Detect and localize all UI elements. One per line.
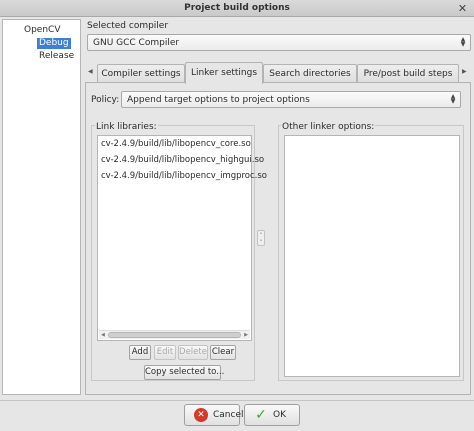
add-button[interactable]: Add xyxy=(129,345,151,360)
compiler-select-value: GNU GCC Compiler xyxy=(93,38,180,48)
copy-selected-to-button[interactable]: Copy selected to... xyxy=(144,365,224,380)
cancel-button[interactable]: ✕ Cancel xyxy=(184,404,244,426)
selected-compiler-label: Selected compiler xyxy=(87,21,169,31)
window-title: Project build options xyxy=(184,3,290,13)
policy-select[interactable]: Append target options to project options… xyxy=(121,91,461,108)
tab-pre-post-build-steps[interactable]: Pre/post build steps xyxy=(357,64,459,83)
list-item[interactable]: cv-2.4.9/build/lib/libopencv_core.so xyxy=(101,139,251,149)
libraries-horizontal-scrollbar[interactable]: ◀ ▶ xyxy=(99,330,250,339)
tab-scroll-right-icon[interactable]: ▶ xyxy=(462,68,467,75)
tree-item-debug[interactable]: Debug xyxy=(37,38,71,49)
spin-arrows-icon: ▲ ▼ xyxy=(460,36,466,48)
cancel-button-label: Cancel xyxy=(213,410,244,420)
ok-button-label: OK xyxy=(273,410,286,420)
close-icon[interactable]: ✕ xyxy=(456,2,469,15)
checkmark-icon: ✓ xyxy=(255,407,267,423)
tab-compiler-settings[interactable]: Compiler settings xyxy=(97,64,185,83)
title-bar: Project build options ✕ xyxy=(0,0,474,17)
policy-select-value: Append target options to project options xyxy=(127,95,310,105)
clear-button[interactable]: Clear xyxy=(210,345,236,360)
tree-item-opencv[interactable]: OpenCV xyxy=(24,25,60,36)
tab-linker-settings[interactable]: Linker settings xyxy=(185,62,263,84)
scroll-right-icon[interactable]: ▶ xyxy=(244,331,248,339)
tab-search-directories[interactable]: Search directories xyxy=(263,64,357,83)
list-item[interactable]: cv-2.4.9/build/lib/libopencv_highgui.so xyxy=(101,155,264,165)
link-libraries-list[interactable]: cv-2.4.9/build/lib/libopencv_core.so cv-… xyxy=(97,135,267,341)
other-linker-options-label: Other linker options: xyxy=(281,122,376,132)
policy-label: Policy: xyxy=(91,95,120,105)
tab-scroll-left-icon[interactable]: ◀ xyxy=(88,68,93,75)
cancel-icon: ✕ xyxy=(194,408,208,422)
tab-bar: ◀ Compiler settings Linker settings Sear… xyxy=(85,62,471,84)
edit-button[interactable]: Edit xyxy=(154,345,176,360)
ok-button[interactable]: ✓ OK xyxy=(244,404,300,426)
compiler-select[interactable]: GNU GCC Compiler ▲ ▼ xyxy=(87,34,471,51)
tree-item-release[interactable]: Release xyxy=(37,51,76,62)
spin-arrows-icon: ▲ ▼ xyxy=(450,93,456,105)
other-linker-options-textarea[interactable] xyxy=(284,135,460,377)
list-item[interactable]: cv-2.4.9/build/lib/libopencv_imgproc.so xyxy=(101,171,267,181)
target-tree[interactable]: OpenCV Debug Release xyxy=(2,19,81,395)
dialog-separator xyxy=(0,400,474,401)
scroll-left-icon[interactable]: ◀ xyxy=(101,331,105,339)
link-libraries-label: Link libraries: xyxy=(95,122,158,132)
delete-button[interactable]: Delete xyxy=(178,345,208,360)
scrollbar-thumb[interactable] xyxy=(108,332,241,338)
splitter-handle[interactable]: • • xyxy=(257,230,265,246)
